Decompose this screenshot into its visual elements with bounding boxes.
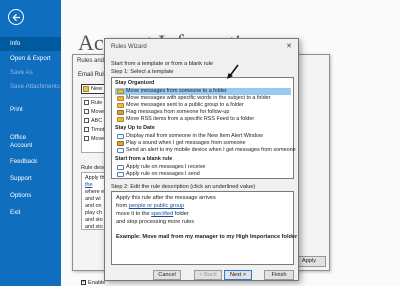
flag-icon xyxy=(117,110,124,115)
nav-options[interactable]: Options xyxy=(0,189,61,203)
nav-info[interactable]: Info xyxy=(0,37,61,51)
nav-support[interactable]: Support xyxy=(0,172,61,186)
rules-wizard-title: Rules Wizard xyxy=(111,44,147,50)
cancel-button[interactable]: Cancel xyxy=(153,270,181,280)
finish-button[interactable]: Finish xyxy=(264,270,294,280)
desc-line-4: and stop processing more rules xyxy=(116,219,195,225)
table-row[interactable]: Move xyxy=(84,135,104,143)
checkbox[interactable] xyxy=(84,127,89,132)
rules-wizard-dialog: Rules Wizard ✕ Start from a template or … xyxy=(104,38,299,281)
wizard-instruction: Start from a template or from a blank ru… xyxy=(111,61,213,67)
nav-feedback[interactable]: Feedback xyxy=(0,155,61,169)
desc-line: and on xyxy=(85,203,102,209)
group-stay-up-to-date: Stay Up to Date xyxy=(115,125,155,131)
template-list[interactable]: Stay Organized Move messages from someon… xyxy=(111,77,296,179)
desc-line: Apply thi xyxy=(85,175,106,181)
rule-description-editor: Apply this rule after the message arrive… xyxy=(111,191,298,265)
people-group-link[interactable]: people or public group xyxy=(129,203,184,209)
enable-checkbox[interactable]: Enable xyxy=(81,279,105,286)
template-flag-followup[interactable]: Flag messages from someone for follow-up xyxy=(115,109,291,116)
folder-icon xyxy=(117,89,124,94)
desc-line: and sto xyxy=(85,217,103,223)
template-apply-send[interactable]: Apply rule on messages I send xyxy=(115,171,291,178)
checkbox[interactable] xyxy=(84,118,89,123)
nav-account[interactable]: Account xyxy=(0,139,61,153)
desc-line-2: from people or public group xyxy=(116,203,185,209)
desc-line: and sto xyxy=(85,224,103,230)
example-text: Example: Move mail from my manager to my… xyxy=(116,234,298,240)
template-apply-receive[interactable]: Apply rule on messages I receive xyxy=(115,164,291,171)
rule-description-label: Rule desc xyxy=(81,165,106,171)
nav-open-export[interactable]: Open & Export xyxy=(0,52,61,66)
template-play-sound[interactable]: Play a sound when I get messages from so… xyxy=(115,140,291,147)
template-new-item-alert[interactable]: Display mail from someone in the New Ite… xyxy=(115,133,291,140)
folder-icon xyxy=(117,103,124,108)
group-blank-rule: Start from a blank rule xyxy=(115,156,173,162)
next-button[interactable]: Next > xyxy=(224,270,252,280)
step2-label: Step 2: Edit the rule description (click… xyxy=(111,184,256,190)
template-mobile-alert[interactable]: Send an alert to my mobile device when I… xyxy=(115,147,296,154)
step1-label: Step 1: Select a template xyxy=(111,69,174,75)
send-mail-icon xyxy=(117,172,124,177)
rules-list-header: Rule ( xyxy=(84,99,105,107)
table-row[interactable]: Move xyxy=(84,108,104,116)
nav-exit[interactable]: Exit xyxy=(0,206,61,220)
nav-save-as[interactable]: Save As xyxy=(0,66,61,80)
desc-line: where e xyxy=(85,189,105,195)
desc-line: play ch xyxy=(85,210,103,216)
desc-line: and wi xyxy=(85,196,101,202)
checkbox[interactable] xyxy=(84,136,89,141)
nav-save-attachments[interactable]: Save Attachments xyxy=(0,80,61,94)
receive-mail-icon xyxy=(117,165,124,170)
mobile-icon xyxy=(117,148,124,153)
template-move-rss[interactable]: Move RSS items from a specific RSS Feed … xyxy=(115,116,291,123)
back-button[interactable] xyxy=(8,9,24,25)
pointer-arrow-icon xyxy=(227,64,239,79)
desc-line[interactable]: the xyxy=(85,182,93,188)
close-icon[interactable]: ✕ xyxy=(286,42,292,50)
specified-folder-link[interactable]: specified xyxy=(151,211,173,217)
sound-icon xyxy=(117,141,124,146)
nav-print[interactable]: Print xyxy=(0,103,61,117)
folder-icon xyxy=(117,96,124,101)
back-arrow-icon xyxy=(12,13,21,22)
checkbox[interactable] xyxy=(81,279,86,285)
group-stay-organized: Stay Organized xyxy=(115,80,155,86)
checkbox xyxy=(84,100,89,105)
template-move-from-someone[interactable]: Move messages from someone to a folder xyxy=(115,88,291,95)
desc-line-3: move it to the specified folder xyxy=(116,211,189,217)
checkbox[interactable] xyxy=(84,109,89,114)
new-rule-icon xyxy=(83,86,89,92)
desc-line-1: Apply this rule after the message arrive… xyxy=(116,195,216,201)
alert-window-icon xyxy=(117,134,124,139)
template-move-public-group[interactable]: Move messages sent to a public group to … xyxy=(115,102,291,109)
template-move-specific-words[interactable]: Move messages with specific words in the… xyxy=(115,95,291,102)
backstage-sidebar: Info Open & Export Save As Save Attachme… xyxy=(0,0,61,286)
back-button-wizard[interactable]: < Back xyxy=(194,270,222,280)
rss-folder-icon xyxy=(117,117,124,122)
